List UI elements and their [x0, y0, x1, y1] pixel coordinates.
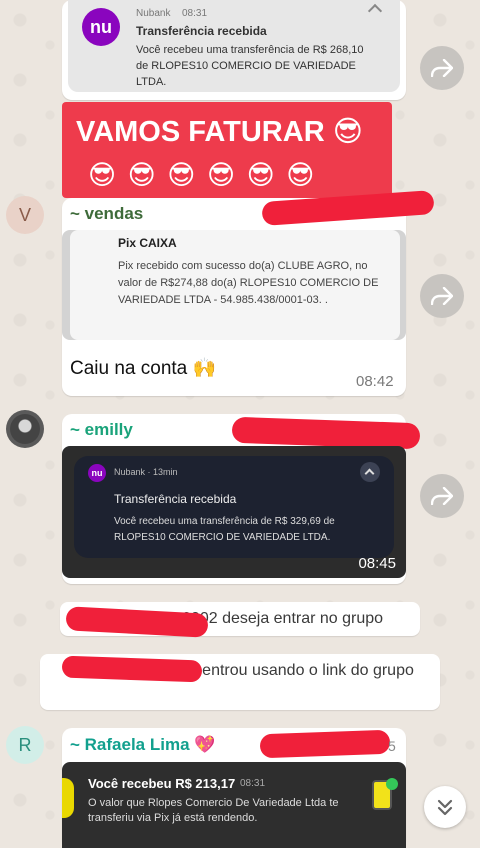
- avatar-rafaela[interactable]: R: [6, 726, 44, 764]
- banner-emojis: 😎 😎 😎 😎 😎 😎: [88, 160, 317, 190]
- notification-title: Transferência recebida: [114, 492, 237, 506]
- forward-button[interactable]: [420, 474, 464, 518]
- nubank-notification-screenshot[interactable]: nu Nubank · 13min Transferência recebida…: [62, 446, 406, 578]
- notification-title: Pix CAIXA: [118, 236, 177, 250]
- avatar-vendas[interactable]: V: [6, 196, 44, 234]
- sender-name-rafaela[interactable]: ~ Rafaela Lima 💖: [70, 735, 215, 755]
- notification-heading: Você recebeu R$ 213,17: [88, 776, 236, 791]
- forward-icon: [431, 59, 453, 77]
- notification-body: O valor que Rlopes Comercio De Variedade…: [88, 797, 339, 824]
- notification-body: Você recebeu uma transferência de R$ 329…: [114, 516, 335, 543]
- banner-title: VAMOS FATURAR 😎: [76, 116, 363, 148]
- notification-time: 08:31: [182, 8, 208, 19]
- message-time: 08:42: [356, 373, 394, 390]
- scroll-down-button[interactable]: [424, 786, 466, 828]
- pix-logo-icon: [62, 778, 74, 818]
- scroll-down-icon: [437, 799, 453, 816]
- nubank-logo-icon: nu: [82, 8, 120, 46]
- sender-suffix: 5: [388, 738, 396, 754]
- chevron-up-icon: [364, 468, 375, 479]
- forward-icon: [431, 487, 453, 505]
- forward-button[interactable]: [420, 274, 464, 318]
- message-text: Caiu na conta 🙌: [70, 358, 217, 379]
- promo-banner: VAMOS FATURAR 😎 😎 😎 😎 😎 😎 😎: [62, 102, 392, 198]
- notification-app: Nubank · 13min: [114, 467, 178, 477]
- notification-title: Transferência recebida: [136, 24, 267, 38]
- notification-time: 08:31: [240, 778, 266, 789]
- notification-app: Nubank: [136, 8, 171, 19]
- nubank-notification-screenshot[interactable]: nu Nubank 08:31 Transferência recebida V…: [68, 0, 400, 92]
- chevron-up-icon: [367, 3, 383, 19]
- caixa-notification-screenshot[interactable]: Pix CAIXA Pix recebido com sucesso do(a)…: [62, 230, 406, 340]
- forward-icon: [431, 287, 453, 305]
- nubank-notification-screenshot[interactable]: Você recebeu R$ 213,17 08:31 O valor que…: [62, 762, 406, 848]
- redacted-phone: [259, 729, 391, 759]
- nubank-logo-icon: nu: [88, 464, 106, 482]
- message-time: 08:45: [358, 555, 396, 572]
- avatar-photo: [10, 414, 40, 444]
- chevron-up-button: [360, 462, 380, 482]
- avatar-emilly[interactable]: [6, 410, 44, 448]
- sender-name-vendas[interactable]: ~ vendas: [70, 204, 143, 224]
- check-badge-icon: [386, 778, 398, 790]
- notification-body: Pix recebido com sucesso do(a) CLUBE AGR…: [118, 260, 379, 306]
- notification-body: Você recebeu uma transferência de R$ 268…: [136, 44, 364, 88]
- forward-button[interactable]: [420, 46, 464, 90]
- sender-name-emilly[interactable]: ~ emilly: [70, 420, 133, 440]
